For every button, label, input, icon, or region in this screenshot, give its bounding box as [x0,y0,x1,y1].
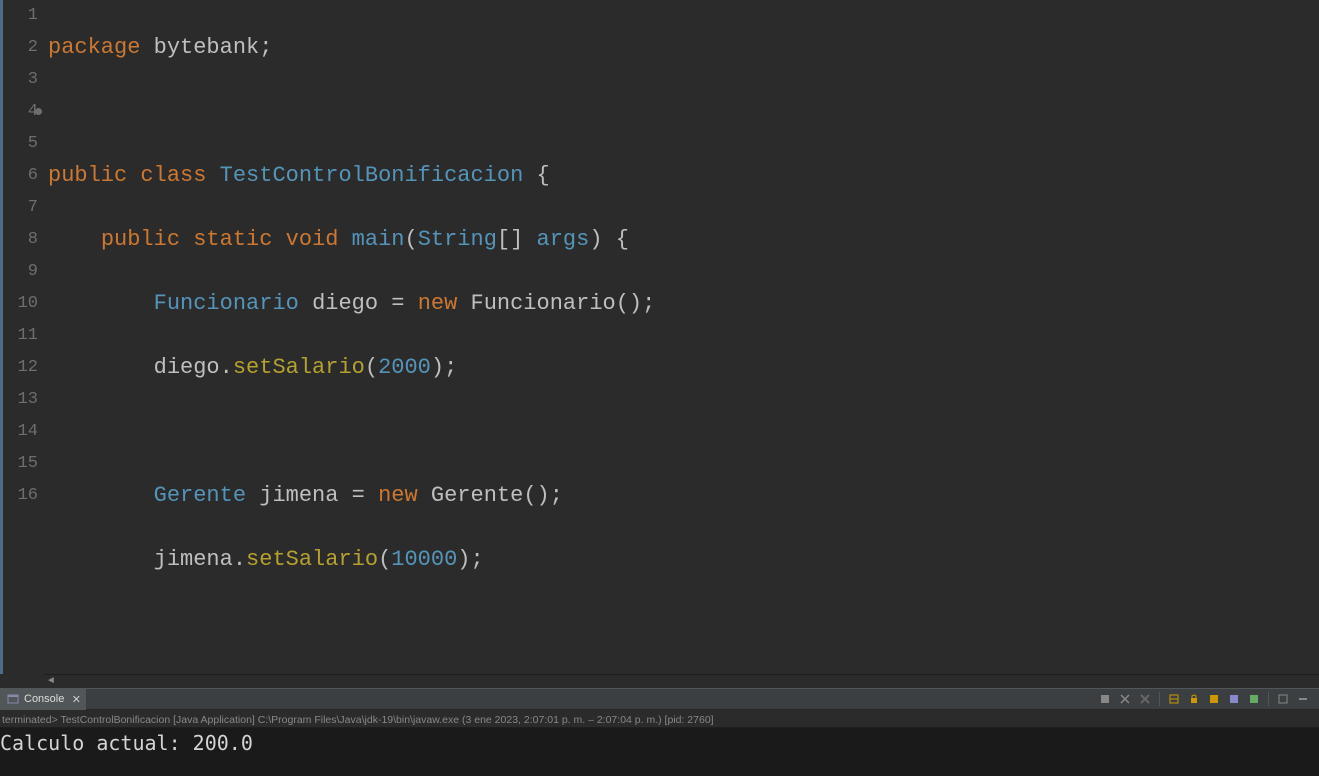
gutter-line[interactable]: 2 [0,32,44,64]
gutter-line[interactable]: 16 [0,480,44,512]
horizontal-scrollbar[interactable]: ◄ [44,674,1319,688]
gutter-line[interactable]: 8 [0,224,44,256]
editor-area: 1 2 3 4 5 6 7 8 9 10 11 12 13 14 15 16 p… [0,0,1319,674]
gutter-line[interactable]: 15 [0,448,44,480]
method-marker-icon [35,108,42,115]
console-toolbar [1097,691,1319,707]
show-console-icon[interactable] [1206,691,1222,707]
gutter-line[interactable]: 3 [0,64,44,96]
minimize-icon[interactable] [1295,691,1311,707]
gutter-line[interactable]: 10 [0,288,44,320]
close-icon[interactable]: ✕ [70,693,82,705]
gutter-line[interactable]: 1 [0,0,44,32]
code-line[interactable]: jimena.setSalario(10000); [48,544,1319,576]
code-line[interactable] [48,96,1319,128]
remove-all-icon[interactable] [1117,691,1133,707]
toolbar-separator [1159,692,1160,706]
scroll-lock-icon[interactable] [1186,691,1202,707]
gutter-line[interactable]: 4 [0,96,44,128]
gutter-line[interactable]: 7 [0,192,44,224]
code-line[interactable] [48,608,1319,640]
code-line[interactable]: public class TestControlBonificacion { [48,160,1319,192]
code-line[interactable]: Funcionario diego = new Funcionario(); [48,288,1319,320]
console-header: Console ✕ [0,688,1319,710]
gutter-line[interactable]: 5 [0,128,44,160]
gutter-line[interactable]: 12 [0,352,44,384]
console-output[interactable]: Calculo actual: 200.0 [0,728,1319,776]
gutter-line[interactable]: 13 [0,384,44,416]
code-line[interactable] [48,416,1319,448]
line-gutter[interactable]: 1 2 3 4 5 6 7 8 9 10 11 12 13 14 15 16 [0,0,44,674]
scroll-left-icon[interactable]: ◄ [44,675,58,689]
code-line[interactable]: package bytebank; [48,32,1319,64]
open-console-icon[interactable] [1275,691,1291,707]
remove-launch-icon[interactable] [1097,691,1113,707]
gutter-line[interactable]: 6 [0,160,44,192]
code-line[interactable]: public static void main(String[] args) { [48,224,1319,256]
console-status-bar: terminated> TestControlBonificacion [Jav… [0,710,1319,728]
gutter-line[interactable]: 11 [0,320,44,352]
code-line[interactable]: diego.setSalario(2000); [48,352,1319,384]
toolbar-separator [1268,692,1269,706]
console-tab[interactable]: Console ✕ [0,688,86,710]
pin-console-icon[interactable] [1226,691,1242,707]
code-line[interactable]: Gerente jimena = new Gerente(); [48,480,1319,512]
clear-console-icon[interactable] [1166,691,1182,707]
console-tab-label: Console [24,693,64,705]
gutter-line[interactable]: 14 [0,416,44,448]
code-editor[interactable]: package bytebank; public class TestContr… [44,0,1319,674]
gutter-line[interactable]: 9 [0,256,44,288]
display-selected-icon[interactable] [1246,691,1262,707]
terminate-icon[interactable] [1137,691,1153,707]
console-icon [6,692,20,706]
